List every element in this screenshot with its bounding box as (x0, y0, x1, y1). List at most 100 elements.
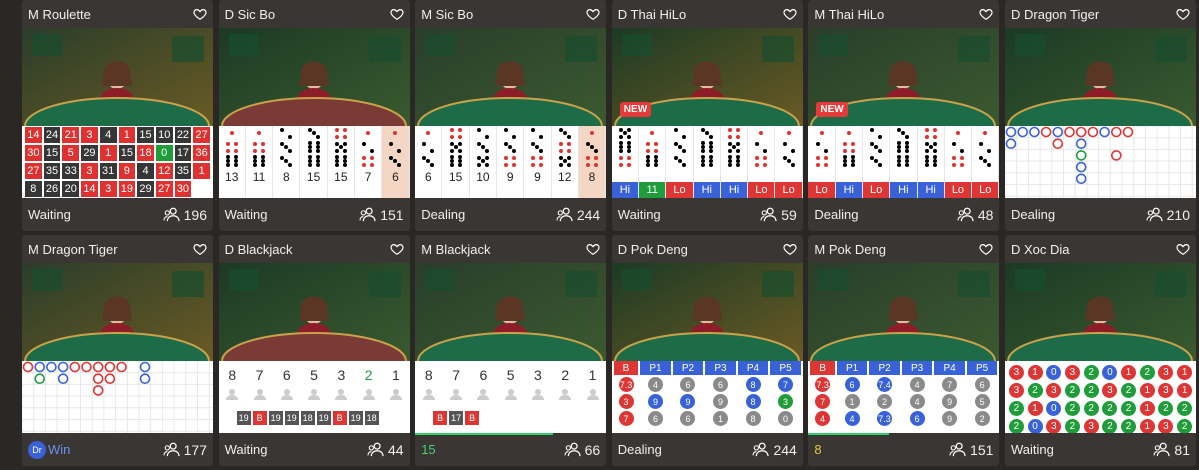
dealer-video-feed (415, 263, 607, 361)
status-wrap: Dealing (618, 442, 662, 457)
seat[interactable]: 7 (442, 361, 469, 409)
game-card[interactable]: D Xoc Dia 3 1 0 3 2 0 1 2 3 1 3 2 3 2 2 3 2 1 3 1 2 1 0 2 2 2 2 1 2 2 2… (1005, 235, 1196, 466)
hilo-result-column: Lo (775, 126, 803, 198)
seat-user-icon (253, 387, 267, 401)
heart-icon[interactable] (979, 7, 993, 21)
seat[interactable]: 2 (552, 361, 579, 409)
players-icon (752, 442, 770, 457)
hilo-tag: Lo (972, 182, 999, 198)
heart-icon[interactable] (979, 242, 993, 256)
die-face (895, 126, 911, 140)
game-history-panel: 14 24 21 3 4 1 15 10 22 27 30 15 5 29 1 15 18 0 17 36 27 35 33… (22, 126, 213, 198)
heart-icon[interactable] (783, 242, 797, 256)
xocdia-result: 3 (1158, 364, 1174, 380)
game-card[interactable]: M Thai HiLo NEW Lo Hi Lo Hi Hi Lo Lo Dealing 48 (808, 0, 1000, 231)
seat-user-icon (504, 387, 518, 401)
die-face (781, 126, 797, 140)
pokdeng-column: 7.4 2 7.3 (869, 377, 900, 426)
dice-result-column: 13 (219, 126, 246, 198)
xocdia-result: 1 (1027, 400, 1043, 416)
seat-number: 8 (424, 367, 433, 383)
dealer-video (22, 28, 213, 126)
bead-marker (1052, 138, 1064, 150)
die-face (868, 140, 884, 154)
roulette-result: 27 (192, 126, 211, 144)
player-count-value: 44 (388, 441, 404, 458)
pokdeng-column: 6 5 2 (967, 377, 998, 426)
pokdeng-header-cell: P2 (672, 361, 704, 375)
seat-user-icon (558, 387, 572, 401)
seat[interactable]: 6 (273, 361, 300, 409)
seat-number: 1 (588, 367, 597, 383)
die-face (529, 154, 545, 168)
game-history-panel: B P1 P2 P3 P4 P5 7.3 3 7 4 9 6 6 9 6 6 9 1 8 8 8 7 3 0 (611, 361, 803, 433)
seat[interactable]: 1 (382, 361, 409, 409)
seat-number: 8 (228, 367, 237, 383)
dice-result-column: 10 (470, 126, 498, 198)
seat[interactable]: 3 (328, 361, 355, 409)
seat[interactable]: 5 (300, 361, 327, 409)
die-face (814, 126, 830, 140)
heart-icon[interactable] (586, 7, 600, 21)
die-face (753, 140, 769, 154)
game-card[interactable]: D Dragon Tiger Dealing 210 (1005, 0, 1196, 231)
seat[interactable]: 3 (524, 361, 551, 409)
seat[interactable]: 5 (497, 361, 524, 409)
dice-result-column: 9 (497, 126, 525, 198)
dealer-video (1005, 263, 1196, 361)
player-count-value: 48 (977, 206, 994, 223)
sicbo-history: 13 11 8 15 15 7 6 (219, 126, 410, 198)
game-card-footer: 8 151 (808, 433, 999, 466)
roulette-result: 30 (173, 180, 193, 198)
game-card[interactable]: M Sic Bo 6 15 10 9 9 12 8 Dealing 244 (415, 0, 607, 231)
seat[interactable]: 8 (219, 361, 246, 409)
die-face (895, 154, 911, 168)
heart-icon[interactable] (1176, 7, 1190, 21)
game-card[interactable]: D Blackjack 8 7 6 5 3 2 1 19 B 19 19 18 19 B 19 18 Waitin… (218, 235, 410, 466)
pokdeng-result: 9 (647, 394, 663, 409)
game-card[interactable]: M Blackjack 8 7 6 5 3 2 1 B 17 B 15 66 (415, 235, 607, 466)
seat-user-icon (449, 387, 463, 401)
game-card[interactable]: M Dragon Tiger Dr Win 177 (22, 235, 213, 466)
roulette-result: 17 (173, 144, 193, 162)
seat-user-icon (280, 387, 294, 401)
xocdia-result: 2 (1008, 418, 1024, 433)
game-card-footer: Waiting 151 (219, 198, 410, 231)
status-wrap: Dr Win (28, 440, 70, 459)
seat[interactable]: 1 (579, 361, 606, 409)
pokdeng-header-cell: P5 (966, 361, 998, 375)
seat[interactable]: 7 (246, 361, 273, 409)
player-count: 196 (163, 207, 207, 223)
game-card[interactable]: M Roulette 14 24 21 3 4 1 15 10 22 27 30 15 5 29 1 15 18 0… (22, 0, 213, 231)
game-card[interactable]: D Pok Deng B P1 P2 P3 P4 P5 7.3 3 7 4 9 6 6 9 6 6 9 1 8 8 8 7 3… (611, 235, 803, 466)
game-history-panel: Hi 11 Lo Hi Hi Lo Lo (611, 126, 803, 198)
seat[interactable]: 2 (355, 361, 382, 409)
die-face (753, 126, 769, 140)
dice-result-column: 15 (328, 126, 355, 198)
heart-icon[interactable] (390, 242, 404, 256)
die-face (977, 126, 993, 140)
heart-icon[interactable] (193, 242, 207, 256)
heart-icon[interactable] (193, 7, 207, 21)
game-card[interactable]: D Sic Bo 13 11 8 15 15 7 6 Waiting 151 (218, 0, 410, 231)
game-card[interactable]: M Pok Deng B P1 P2 P3 P4 P5 7.3 7 4 6 1 4 7.4 2 7.3 4 4 6 7… (808, 235, 1000, 466)
die-face (950, 154, 966, 168)
xocdia-result: 1 (1177, 364, 1193, 380)
dice-result-column: 7 (355, 126, 383, 198)
die-face (644, 140, 660, 154)
die-face (923, 154, 939, 168)
game-card[interactable]: D Thai HiLo NEW Hi 11 Lo Hi Hi Lo Lo Waiting 59 (611, 0, 803, 231)
dice-sum: 8 (588, 170, 596, 184)
game-title: D Pok Deng (617, 241, 688, 257)
heart-icon[interactable] (390, 7, 404, 21)
seat[interactable]: 8 (415, 361, 442, 409)
bead-marker (81, 361, 92, 373)
seat[interactable]: 6 (470, 361, 497, 409)
dice-result-column: 8 (273, 126, 301, 198)
bead-marker (1005, 138, 1017, 150)
heart-icon[interactable] (586, 242, 600, 256)
heart-icon[interactable] (783, 7, 797, 21)
xocdia-result: 3 (1064, 364, 1080, 380)
heart-icon[interactable] (1176, 242, 1190, 256)
game-card-footer: Dealing 48 (808, 198, 999, 231)
